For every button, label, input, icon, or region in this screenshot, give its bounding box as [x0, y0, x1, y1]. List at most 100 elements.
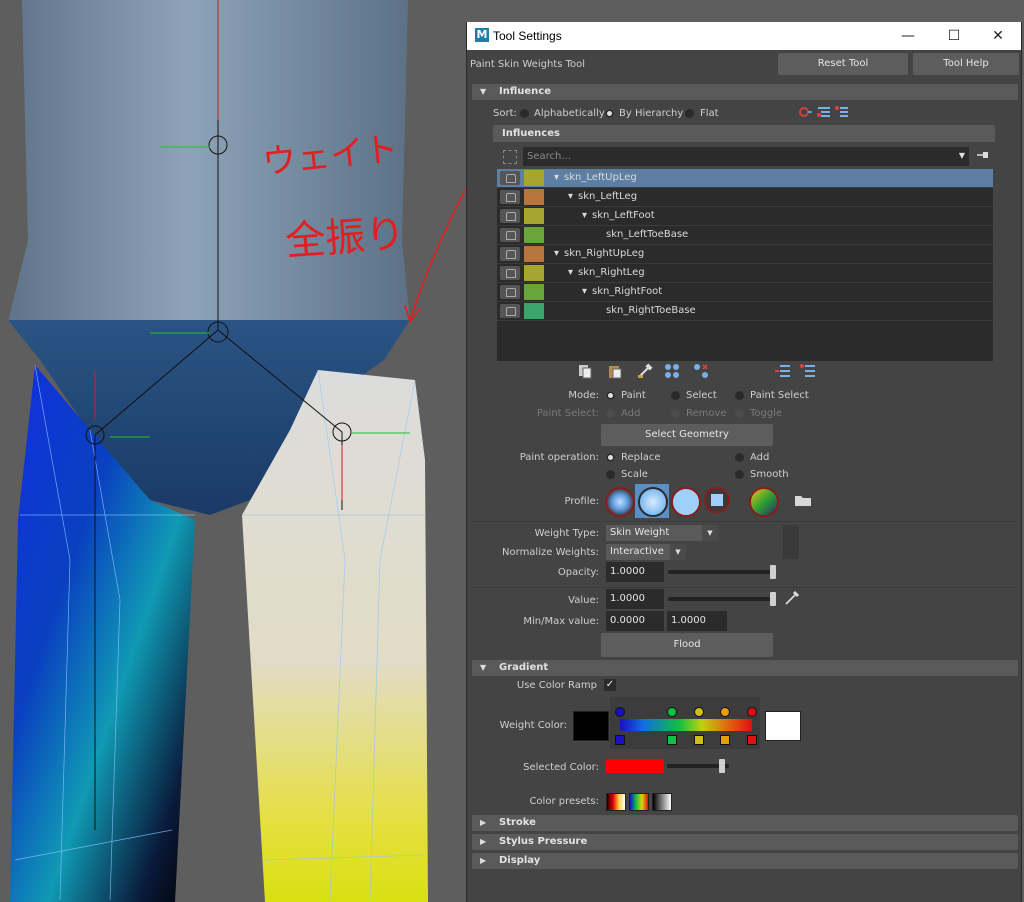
- ramp-stop-marker[interactable]: [694, 707, 704, 717]
- color-ramp-bar[interactable]: [620, 719, 752, 731]
- lock-icon[interactable]: [500, 209, 520, 223]
- color-ramp-editor[interactable]: [610, 697, 760, 749]
- influence-color-swatch[interactable]: [524, 246, 544, 262]
- paint-op-scale-radio[interactable]: [606, 470, 615, 479]
- influence-row[interactable]: skn_LeftToeBase: [497, 226, 993, 245]
- ramp-stop-delete-icon[interactable]: [747, 735, 757, 745]
- lock-icon[interactable]: [500, 266, 520, 280]
- profile-image-brush[interactable]: [749, 487, 779, 517]
- influence-color-swatch[interactable]: [524, 227, 544, 243]
- opacity-slider[interactable]: [668, 570, 776, 574]
- influence-color-swatch[interactable]: [524, 189, 544, 205]
- selected-color-slider-handle[interactable]: [718, 759, 725, 773]
- tool-help-button[interactable]: Tool Help: [913, 53, 1019, 75]
- lock-icon[interactable]: [500, 304, 520, 318]
- lock-icon[interactable]: [500, 285, 520, 299]
- opacity-input[interactable]: 1.0000: [606, 562, 664, 582]
- profile-square-brush[interactable]: [704, 487, 730, 513]
- max-value-input[interactable]: 1.0000: [667, 611, 727, 631]
- influence-row[interactable]: ▾ skn_RightUpLeg: [497, 245, 993, 264]
- influence-color-swatch[interactable]: [524, 303, 544, 319]
- paint-select-toggle-radio[interactable]: [735, 409, 744, 418]
- maximize-button[interactable]: ☐: [931, 22, 977, 50]
- expand-arrow-icon[interactable]: ▾: [582, 286, 587, 297]
- minimize-button[interactable]: —: [885, 22, 931, 50]
- influence-row[interactable]: skn_RightToeBase: [497, 302, 993, 321]
- weight-type-dropdown[interactable]: Skin Weight ▼: [606, 525, 718, 541]
- expand-arrow-icon[interactable]: ▾: [582, 210, 587, 221]
- sort-tool-icon[interactable]: [799, 106, 813, 118]
- ramp-stop-delete-icon[interactable]: [694, 735, 704, 745]
- ramp-stop-marker[interactable]: [720, 707, 730, 717]
- section-influence[interactable]: ▼ Influence: [472, 84, 1018, 100]
- copy-weights-icon[interactable]: [577, 363, 593, 379]
- select-geometry-button[interactable]: Select Geometry: [601, 424, 773, 446]
- influence-row[interactable]: ▾ skn_LeftLeg: [497, 188, 993, 207]
- 3d-viewport[interactable]: ウェイト 全振り: [0, 0, 470, 902]
- lock-icon[interactable]: [500, 228, 520, 242]
- weight-hammer-icon[interactable]: [637, 363, 653, 379]
- lock-icon[interactable]: [500, 190, 520, 204]
- reset-tool-button[interactable]: Reset Tool: [778, 53, 908, 75]
- selected-color-swatch[interactable]: [606, 759, 664, 773]
- ramp-stop-marker[interactable]: [615, 707, 625, 717]
- ramp-stop-delete-icon[interactable]: [667, 735, 677, 745]
- ramp-stop-delete-icon[interactable]: [720, 735, 730, 745]
- expand-arrow-icon[interactable]: ▾: [554, 248, 559, 259]
- color-preset-grayscale[interactable]: [652, 793, 672, 811]
- title-bar[interactable]: M Tool Settings — ☐ ✕: [467, 22, 1021, 50]
- influence-color-swatch[interactable]: [524, 265, 544, 281]
- paint-select-add-radio[interactable]: [606, 409, 615, 418]
- close-button[interactable]: ✕: [975, 22, 1021, 50]
- paint-op-replace-radio[interactable]: [606, 453, 615, 462]
- profile-soft-brush-selected[interactable]: [635, 484, 669, 518]
- eyedropper-icon[interactable]: [784, 590, 800, 606]
- influence-row[interactable]: ▾ skn_LeftUpLeg: [497, 169, 993, 188]
- value-input[interactable]: 1.0000: [606, 589, 664, 609]
- flat-list-icon[interactable]: [835, 106, 849, 118]
- mode-paint-radio[interactable]: [606, 391, 615, 400]
- influence-color-swatch[interactable]: [524, 284, 544, 300]
- section-stroke[interactable]: ▶ Stroke: [472, 815, 1018, 831]
- influence-list[interactable]: ▾ skn_LeftUpLeg ▾ skn_LeftLeg ▾ skn_Left…: [497, 169, 993, 361]
- show-influences-icon[interactable]: [693, 363, 709, 379]
- paste-weights-icon[interactable]: [607, 363, 623, 379]
- value-slider-handle[interactable]: [770, 592, 776, 606]
- pin-icon[interactable]: [977, 151, 989, 159]
- weight-color-high-swatch[interactable]: [765, 711, 801, 741]
- opacity-slider-handle[interactable]: [770, 565, 776, 579]
- section-stylus-pressure[interactable]: ▶ Stylus Pressure: [472, 834, 1018, 850]
- section-gradient[interactable]: ▼ Gradient: [472, 660, 1018, 676]
- remove-influence-icon[interactable]: [800, 363, 816, 379]
- mode-select-radio[interactable]: [671, 391, 680, 400]
- influence-search-input[interactable]: Search... ▼: [523, 147, 969, 166]
- viewport-canvas[interactable]: [0, 0, 470, 902]
- weight-color-low-swatch[interactable]: [573, 711, 609, 741]
- influence-color-swatch[interactable]: [524, 170, 544, 186]
- sort-alphabetically-radio[interactable]: [520, 109, 529, 118]
- folder-icon[interactable]: [794, 493, 812, 507]
- hierarchy-list-icon[interactable]: [817, 106, 831, 118]
- color-preset-heat[interactable]: [606, 793, 626, 811]
- sort-flat-radio[interactable]: [685, 109, 694, 118]
- paint-op-add-radio[interactable]: [735, 453, 744, 462]
- move-weights-icon[interactable]: [664, 363, 680, 379]
- ramp-stop-delete-icon[interactable]: [615, 735, 625, 745]
- normalize-weights-dropdown[interactable]: Interactive ▼: [606, 544, 686, 560]
- influence-row[interactable]: ▾ skn_LeftFoot: [497, 207, 993, 226]
- ramp-stop-marker[interactable]: [667, 707, 677, 717]
- lock-icon[interactable]: [500, 247, 520, 261]
- paint-op-smooth-radio[interactable]: [735, 470, 744, 479]
- use-color-ramp-checkbox[interactable]: ✓: [604, 679, 616, 691]
- add-influence-icon[interactable]: [775, 363, 791, 379]
- search-dropdown-icon[interactable]: ▼: [959, 151, 965, 160]
- value-slider[interactable]: [668, 597, 776, 601]
- lock-icon[interactable]: [500, 171, 520, 185]
- flood-button[interactable]: Flood: [601, 633, 773, 657]
- min-value-input[interactable]: 0.0000: [606, 611, 664, 631]
- influence-color-swatch[interactable]: [524, 208, 544, 224]
- sort-by-hierarchy-radio[interactable]: [605, 109, 614, 118]
- select-filter-icon[interactable]: [503, 150, 517, 164]
- section-display[interactable]: ▶ Display: [472, 853, 1018, 869]
- influence-row[interactable]: ▾ skn_RightFoot: [497, 283, 993, 302]
